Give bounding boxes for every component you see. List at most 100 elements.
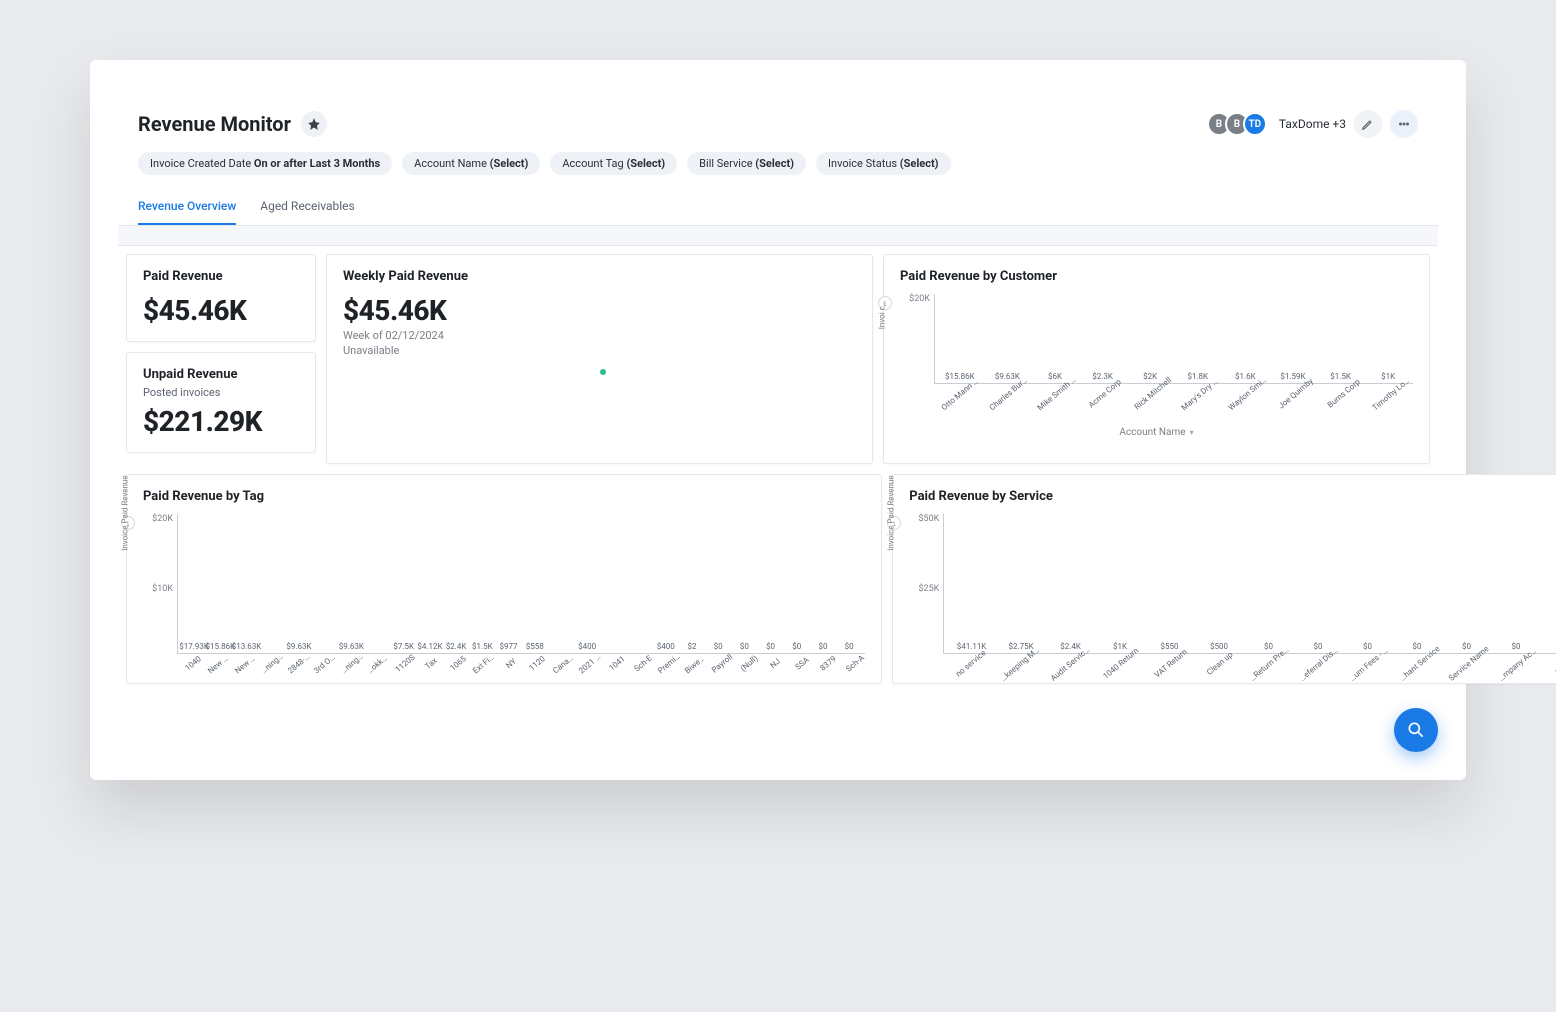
x-tick: Biweekly <box>683 651 709 675</box>
bar-value-label: $0 <box>1413 642 1422 651</box>
x-tick: New Client <box>233 651 259 675</box>
bar-value-label: $15.86K <box>206 642 236 651</box>
y-axis-label: Invoice Paid Revenue <box>887 475 896 550</box>
bar[interactable]: $0 <box>706 642 730 653</box>
x-axis-label: Account Name▾ <box>900 427 1413 438</box>
bar[interactable]: $0 <box>837 642 861 653</box>
kpi-subtext: Posted invoices <box>143 386 299 399</box>
bar-value-label: $0 <box>845 642 854 651</box>
page-title: Revenue Monitor <box>138 112 291 136</box>
y-tick: $25K <box>918 584 939 594</box>
bar-value-label: $0 <box>818 642 827 651</box>
bar-value-label: $7.5K <box>393 642 414 651</box>
avatar-stack[interactable]: B B TD <box>1207 112 1267 136</box>
bar-value-label: $2.4K <box>446 642 467 651</box>
chart-title: Paid Revenue by Service <box>909 489 1556 504</box>
search-icon <box>1406 720 1426 740</box>
x-tick: …ning Client <box>260 651 286 675</box>
x-tick: SSA <box>789 651 815 675</box>
favorite-button[interactable] <box>301 111 327 137</box>
header: Revenue Monitor B B TD TaxDome +3 <box>118 110 1438 152</box>
kpi-title: Unpaid Revenue <box>143 367 299 382</box>
chart-paid-by-service[interactable]: Paid Revenue by Service↓$50K$25KInvoice … <box>892 474 1556 684</box>
x-tick: 1041 <box>604 651 630 675</box>
bar-value-label: $0 <box>1512 642 1521 651</box>
filter-chip[interactable]: Account Name (Select) <box>402 152 540 175</box>
bar-value-label: $0 <box>1363 642 1372 651</box>
bar-value-label: $400 <box>657 642 675 651</box>
search-fab[interactable] <box>1394 708 1438 752</box>
bar-value-label: $400 <box>578 642 596 651</box>
bar-value-label: $500 <box>1210 642 1228 651</box>
bar-value-label: $0 <box>714 642 723 651</box>
x-tick: 2021 Done <box>577 651 603 675</box>
bar-value-label: $2 <box>687 642 696 651</box>
bar[interactable]: $0 <box>758 642 782 653</box>
bar-value-label: $4.12K <box>417 642 442 651</box>
filter-chip[interactable]: Invoice Status (Select) <box>816 152 951 175</box>
kpi-value: $45.46K <box>343 294 856 327</box>
y-axis-label: Invoice Paid Revenue <box>121 475 130 550</box>
bar-value-label: $0 <box>766 642 775 651</box>
pencil-icon <box>1361 117 1375 131</box>
bar[interactable]: $15.86K <box>208 642 232 653</box>
y-tick: $50K <box>918 514 939 524</box>
x-tick: 1040 <box>180 651 206 675</box>
kpi-unpaid-revenue[interactable]: Unpaid Revenue Posted invoices $221.29K <box>126 352 316 453</box>
kpi-title: Paid Revenue <box>143 269 299 284</box>
bar-value-label: $0 <box>792 642 801 651</box>
plot-area: $41.11K$2.75K$2.4K$1K$550$500$0$0$0$0$0$… <box>943 514 1556 654</box>
x-axis: Otto Mann J…Charles Burn…Mike Smith C…Ac… <box>900 384 1413 399</box>
x-tick: NJ <box>762 651 788 675</box>
bar-value-label: $1.59K <box>1280 372 1305 381</box>
kpi-paid-revenue[interactable]: Paid Revenue $45.46K <box>126 254 316 342</box>
bar[interactable]: $0 <box>1542 642 1556 653</box>
bar[interactable]: $0 <box>785 642 809 653</box>
x-tick: 1120S <box>392 651 418 675</box>
more-icon <box>1397 117 1411 131</box>
y-tick: $10K <box>152 584 173 594</box>
bar[interactable]: $13.63K <box>234 642 258 653</box>
bar[interactable]: $0 <box>732 642 756 653</box>
x-tick: Payroll <box>709 651 735 675</box>
bar[interactable]: $2 <box>680 642 704 653</box>
filter-chip[interactable]: Invoice Created Date On or after Last 3 … <box>138 152 392 175</box>
kpi-value: $45.46K <box>143 294 299 327</box>
bar[interactable]: $0 <box>811 642 835 653</box>
bar-value-label: $550 <box>1161 642 1179 651</box>
x-tick: 8379 <box>815 651 841 675</box>
filter-chip[interactable]: Bill Service (Select) <box>687 152 806 175</box>
bar[interactable]: $17.93K <box>182 642 206 653</box>
tab-revenue-overview[interactable]: Revenue Overview <box>138 189 236 225</box>
chart-paid-by-customer[interactable]: Paid Revenue by Customer↓$20KInvoi c…$15… <box>883 254 1430 464</box>
bar-value-label: $1K <box>1381 372 1395 381</box>
bar-value-label: $6K <box>1048 372 1062 381</box>
edit-button[interactable] <box>1354 110 1382 138</box>
bar[interactable]: $400 <box>654 642 678 653</box>
chart-paid-by-tag[interactable]: Paid Revenue by Tag↓$20K$10KInvoice Paid… <box>126 474 882 684</box>
bar-value-label: $2.3K <box>1092 372 1113 381</box>
kpi-title: Weekly Paid Revenue <box>343 269 856 284</box>
x-tick: 2848-POA <box>286 651 312 675</box>
filter-chip[interactable]: Account Tag (Select) <box>550 152 677 175</box>
bar-value-label: $1.6K <box>1235 372 1256 381</box>
bar[interactable]: $9.63K <box>287 642 311 653</box>
more-button[interactable] <box>1390 110 1418 138</box>
bar-value-label: $13.63K <box>232 642 262 651</box>
x-tick: Sch-E <box>630 651 656 675</box>
tab-aged-receivables[interactable]: Aged Receivables <box>260 189 354 225</box>
x-tick: NY <box>498 651 524 675</box>
star-icon <box>307 117 321 131</box>
filter-bar: Invoice Created Date On or after Last 3 … <box>118 152 1438 189</box>
bar-value-label: $0 <box>1264 642 1273 651</box>
bar-value-label: $9.63K <box>286 642 311 651</box>
x-tick: Sch-A <box>842 651 868 675</box>
owner-label: TaxDome +3 <box>1279 117 1346 131</box>
x-tick: …ning client <box>339 651 365 675</box>
kpi-line2: Unavailable <box>343 344 856 357</box>
plot-area: $15.86K$9.63K$6K$2.3K$2K$1.8K$1.6K$1.59K… <box>934 294 1413 384</box>
kpi-weekly-paid-revenue[interactable]: Weekly Paid Revenue $45.46K Week of 02/1… <box>326 254 873 464</box>
plot-area: $17.93K$15.86K$13.63K$9.63K$9.63K$7.5K$4… <box>177 514 865 654</box>
bar-value-label: $17.93K <box>179 642 209 651</box>
bar-value-label: $0 <box>1462 642 1471 651</box>
